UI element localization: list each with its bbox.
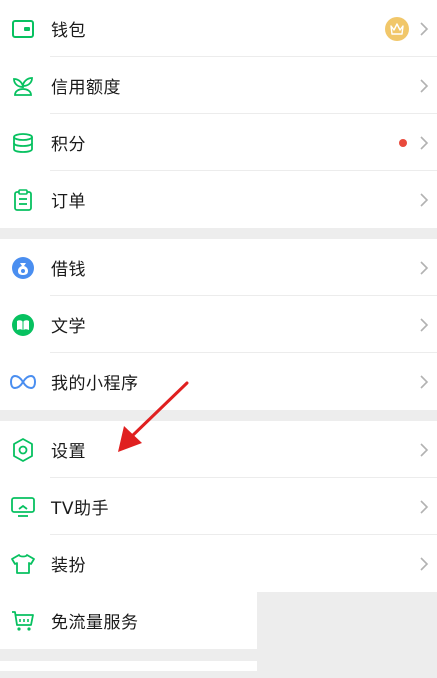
sprout-icon — [10, 73, 36, 99]
menu-item-label: 积分 — [51, 135, 86, 155]
tshirt-icon — [10, 551, 36, 577]
chevron-right-icon — [420, 499, 429, 514]
menu-item-label: 钱包 — [51, 21, 86, 41]
mini-program-icon — [10, 369, 36, 395]
menu-item-points[interactable]: 积分 — [0, 114, 437, 171]
chevron-right-icon — [420, 317, 429, 332]
coins-icon — [10, 130, 36, 156]
menu-item-free-data[interactable]: 免流量服务 — [0, 592, 257, 649]
menu-item-mini-programs[interactable]: 我的小程序 — [0, 353, 437, 410]
menu-item-label: 免流量服务 — [51, 613, 139, 633]
chevron-right-icon — [420, 556, 429, 571]
money-bag-icon — [10, 255, 36, 281]
chevron-right-icon — [420, 21, 429, 36]
settings-icon — [10, 437, 36, 463]
menu-item-label: TV助手 — [51, 499, 110, 519]
chevron-right-icon — [420, 442, 429, 457]
tv-icon — [10, 494, 36, 520]
clipboard-icon — [10, 187, 36, 213]
menu-item-tv-assistant[interactable]: TV助手 — [0, 478, 437, 535]
chevron-right-icon — [420, 260, 429, 275]
menu-group-2: 借钱 文学 我的小程序 — [0, 239, 437, 410]
menu-item-appearance[interactable]: 装扮 — [0, 535, 437, 592]
menu-item-label: 借钱 — [51, 260, 86, 280]
menu-group-3: 设置 TV助手 装扮 — [0, 421, 437, 592]
wallet-icon — [10, 16, 36, 42]
menu-item-label: 文学 — [51, 317, 86, 337]
menu-item-label: 设置 — [51, 442, 86, 462]
menu-item-wallet[interactable]: 钱包 — [0, 0, 437, 57]
next-group-edge — [0, 661, 257, 671]
menu-item-label: 我的小程序 — [51, 374, 139, 394]
menu-item-credit[interactable]: 信用额度 — [0, 57, 437, 114]
chevron-right-icon — [420, 192, 429, 207]
book-icon — [10, 312, 36, 338]
cart-icon — [10, 608, 36, 634]
menu-item-literature[interactable]: 文学 — [0, 296, 437, 353]
chevron-right-icon — [420, 374, 429, 389]
chevron-right-icon — [420, 78, 429, 93]
chevron-right-icon — [420, 135, 429, 150]
menu-item-settings[interactable]: 设置 — [0, 421, 437, 478]
menu-item-orders[interactable]: 订单 — [0, 171, 437, 228]
notification-dot — [399, 138, 407, 147]
menu-item-borrow[interactable]: 借钱 — [0, 239, 437, 296]
menu-group-1: 钱包 信用额度 积分 订单 — [0, 0, 437, 228]
menu-item-label: 信用额度 — [51, 78, 121, 98]
menu-group-3-tail: 免流量服务 — [0, 592, 257, 649]
menu-item-label: 订单 — [51, 192, 86, 212]
menu-item-label: 装扮 — [51, 556, 86, 576]
crown-icon — [385, 16, 409, 41]
